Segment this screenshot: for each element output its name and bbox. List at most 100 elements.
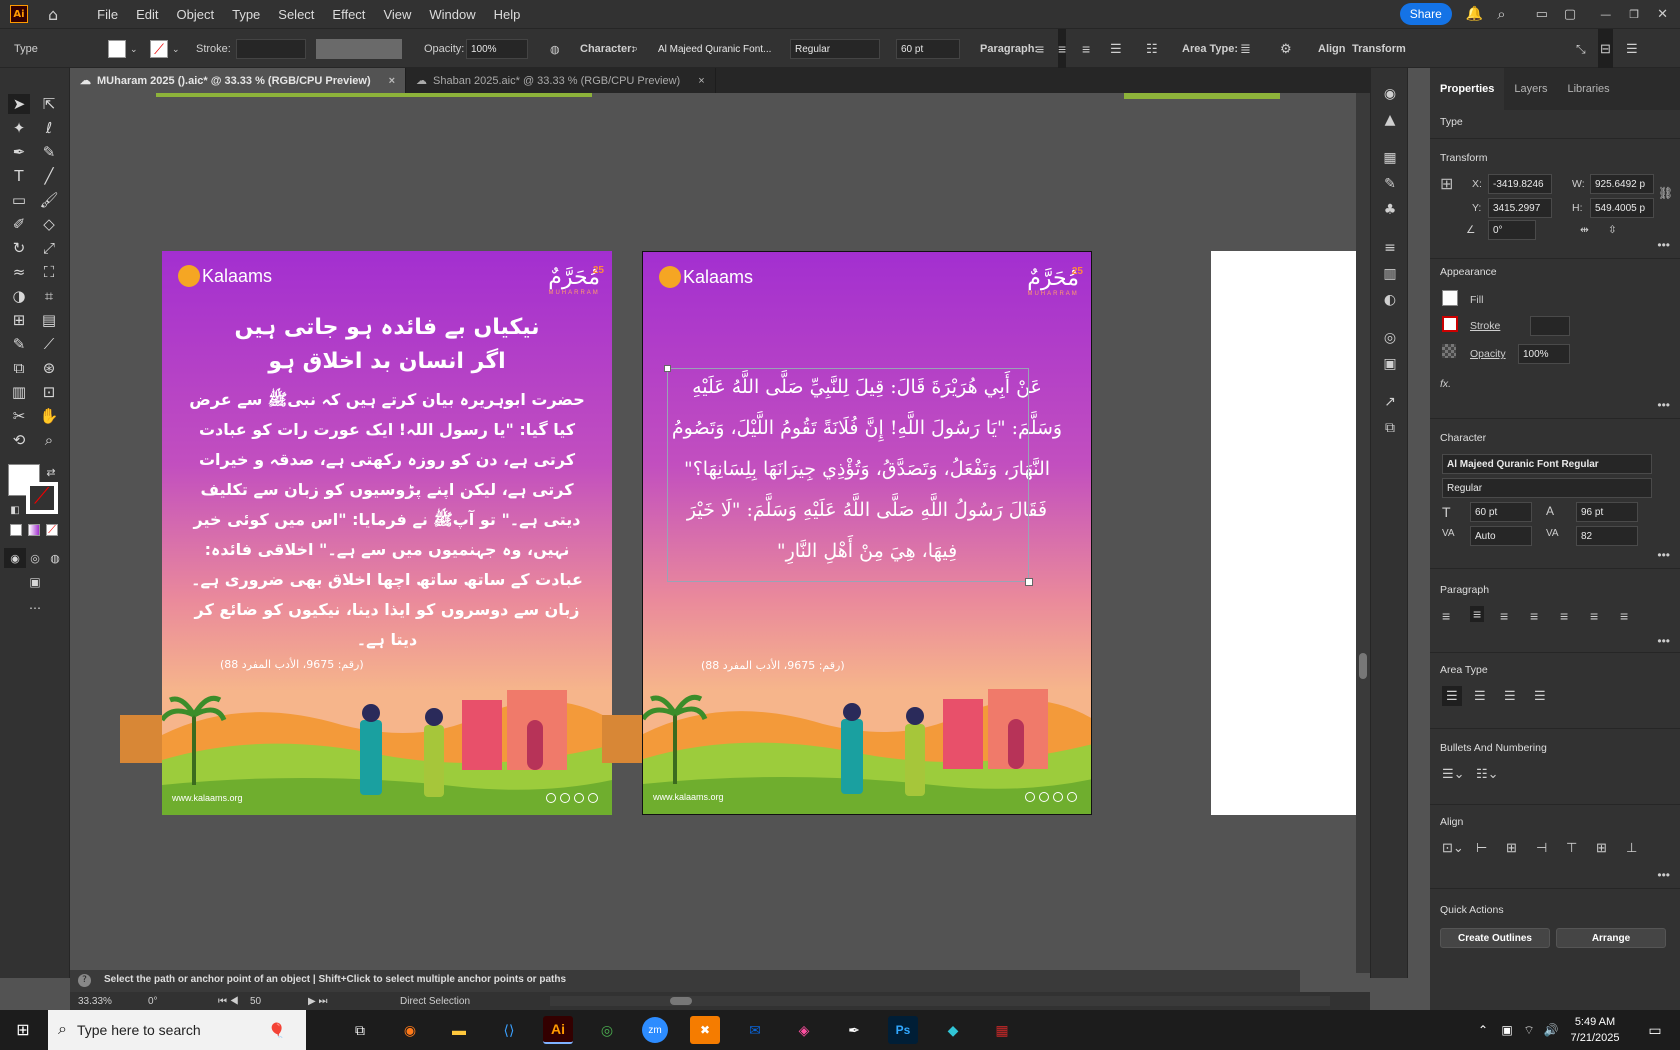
urdu-headline[interactable]: نیکیاں بے فائدہ ہو جاتی ہیں اگر انسان بد… — [162, 311, 612, 379]
leading-field[interactable]: 96 pt — [1576, 502, 1638, 522]
artboard-number-field[interactable]: 50 — [250, 996, 261, 1007]
tracking-field[interactable]: 82 — [1576, 526, 1638, 546]
minimize-icon[interactable]: — — [1600, 8, 1611, 21]
panel-menu-icon[interactable]: ☰ — [1626, 29, 1638, 69]
stroke-color-swatch[interactable]: ⟋ — [26, 482, 58, 514]
brushes-icon[interactable]: ✎ — [1379, 174, 1401, 194]
app-diamond-icon[interactable]: ◆ — [938, 1016, 968, 1044]
tab-layers[interactable]: Layers — [1504, 68, 1557, 110]
clock[interactable]: 5:49 AM 7/21/2025 — [1562, 1014, 1628, 1046]
artboard-arabic[interactable]: Kalaams مُحَرَّمٌ 25 MUHARRAM عَنْ أَبِي ه… — [642, 251, 1092, 815]
fill-swatch[interactable]: ⌄ — [108, 29, 138, 69]
tab-muharram[interactable]: ☁ MUharam 2025 ().aic* @ 33.33 % (RGB/CP… — [70, 68, 407, 93]
lasso-icon[interactable]: ℓ — [38, 118, 60, 138]
character-label[interactable]: Character: — [580, 29, 635, 69]
variable-width-profile[interactable] — [316, 39, 402, 59]
vertical-align-bottom-icon[interactable]: ⊥ — [1626, 840, 1637, 856]
bullet-list-icon[interactable]: ☰⌄ — [1442, 766, 1465, 782]
workspace-icon[interactable]: ▢ — [1564, 7, 1576, 22]
opacity-field[interactable]: 100% — [1518, 344, 1570, 364]
font-family-field[interactable]: Al Majeed Quranic Font... — [654, 39, 782, 59]
tab-shaban[interactable]: ☁ Shaban 2025.aic* @ 33.33 % (RGB/CPU Pr… — [406, 68, 716, 93]
horizontal-align-center-icon[interactable]: ⊞ — [1506, 840, 1517, 856]
create-outlines-button[interactable]: Create Outlines — [1440, 928, 1550, 948]
justify-right-icon[interactable]: ≡ — [1590, 608, 1598, 624]
hand-tool-icon[interactable]: ✋ — [38, 406, 60, 426]
horizontal-align-right-icon[interactable]: ⊣ — [1536, 840, 1547, 856]
selection-tool-icon[interactable]: ➤ — [8, 94, 30, 114]
swap-colors-icon[interactable]: ⇄ — [40, 462, 62, 482]
puppet-icon[interactable]: ⚙ — [1280, 29, 1292, 69]
mesh-tool-icon[interactable]: ⊞ — [8, 310, 30, 330]
free-transform-icon[interactable]: ⛶ — [38, 262, 60, 282]
align-left-icon[interactable]: ≡ — [1442, 608, 1450, 624]
align-center-icon[interactable]: ≡ — [1470, 606, 1485, 622]
tab-close-icon[interactable]: × — [698, 75, 704, 87]
align-right-icon[interactable]: ≡ — [1500, 608, 1508, 624]
text-options-icon[interactable]: ⊟ — [1598, 29, 1613, 69]
illustrator-taskbar-icon[interactable]: Ai — [543, 1016, 573, 1044]
transparency-icon[interactable]: ◐ — [1379, 290, 1401, 310]
scale-tool-icon[interactable]: ⤢ — [38, 238, 60, 258]
opacity-label[interactable]: Opacity — [1470, 348, 1506, 360]
vertical-align-center-icon[interactable]: ⊞ — [1596, 840, 1607, 856]
align-center-icon[interactable]: ≡ — [1058, 29, 1067, 69]
edit-toolbar-icon[interactable]: ⋯ — [24, 598, 46, 618]
selection-handle[interactable] — [1025, 578, 1033, 586]
bullets-icon[interactable]: ☰ — [1110, 29, 1122, 69]
align-justify-icon[interactable]: ☰ — [1534, 688, 1546, 704]
menu-view[interactable]: View — [374, 7, 420, 22]
notifications-icon[interactable]: ▭ — [1640, 1016, 1670, 1044]
justify-center-icon[interactable]: ≡ — [1560, 608, 1568, 624]
xampp-icon[interactable]: ✖ — [690, 1016, 720, 1044]
shaper-tool-icon[interactable]: ✐ — [8, 214, 30, 234]
zoom-tool-icon[interactable]: ⌕ — [38, 430, 60, 450]
more-options-icon[interactable]: ••• — [1657, 238, 1670, 252]
tab-close-icon[interactable]: × — [389, 75, 395, 87]
horizontal-scrollbar[interactable] — [550, 996, 1330, 1006]
h-field[interactable]: 549.4005 p — [1590, 198, 1654, 218]
windows-start-icon[interactable]: ⊞ — [8, 1016, 38, 1044]
transform-label[interactable]: Transform — [1352, 29, 1406, 69]
menu-object[interactable]: Object — [168, 7, 224, 22]
draw-behind-icon[interactable]: ◎ — [24, 548, 46, 568]
stroke-weight-field[interactable] — [236, 39, 306, 59]
share-button[interactable]: Share — [1399, 3, 1452, 25]
vscode-icon[interactable]: ⟨⟩ — [494, 1016, 524, 1044]
rectangle-tool-icon[interactable]: ▭ — [8, 190, 30, 210]
menu-select[interactable]: Select — [269, 7, 323, 22]
area-type-icon[interactable]: ≣ — [1240, 29, 1251, 69]
tab-libraries[interactable]: Libraries — [1557, 68, 1619, 110]
color-panel-icon[interactable]: ◉ — [1379, 84, 1401, 104]
search-icon[interactable]: ⌕ — [1497, 5, 1505, 23]
kerning-field[interactable]: Auto — [1470, 526, 1532, 546]
outlook-icon[interactable]: ✉ — [740, 1016, 770, 1044]
eyedropper-icon[interactable]: ✎ — [8, 334, 30, 354]
curvature-icon[interactable]: ✎ — [38, 142, 60, 162]
restore-icon[interactable]: ❐ — [1629, 8, 1639, 21]
winrar-icon[interactable]: ▦ — [987, 1016, 1017, 1044]
eraser-icon[interactable]: ◇ — [38, 214, 60, 234]
line-tool-icon[interactable]: ╱ — [38, 166, 60, 186]
none-mode-icon[interactable]: ⟋ — [46, 524, 58, 536]
warp-tool-icon[interactable]: ≈ — [8, 262, 30, 282]
weather-widget-icon[interactable]: 🎈 — [262, 1016, 292, 1044]
stroke-label[interactable]: Stroke — [1470, 320, 1500, 332]
color-mode-icon[interactable] — [10, 524, 22, 536]
horizontal-align-left-icon[interactable]: ⊢ — [1476, 840, 1487, 856]
export-icon[interactable]: ↗ — [1379, 392, 1401, 412]
draw-normal-icon[interactable]: ◉ — [4, 548, 26, 568]
more-options-icon[interactable]: ••• — [1657, 868, 1670, 882]
artboard-blank[interactable] — [1211, 251, 1370, 815]
vertical-scrollbar[interactable] — [1356, 93, 1370, 973]
y-field[interactable]: 3415.2997 — [1488, 198, 1552, 218]
photoshop-icon[interactable]: Ps — [888, 1016, 918, 1044]
recolor-icon[interactable]: ◍ — [550, 29, 560, 69]
align-left-icon[interactable]: ≡ — [1036, 29, 1044, 69]
more-options-icon[interactable]: ••• — [1657, 548, 1670, 562]
menu-help[interactable]: Help — [485, 7, 530, 22]
zoom-field[interactable]: 33.33% — [78, 996, 112, 1007]
file-explorer-icon[interactable]: ▬ — [444, 1016, 474, 1044]
type-tool-icon[interactable]: T — [8, 166, 30, 186]
artboard-urdu[interactable]: Kalaams مُحَرَّمٌ 25 MUHARRAM نیکیاں بے فا… — [162, 251, 612, 815]
